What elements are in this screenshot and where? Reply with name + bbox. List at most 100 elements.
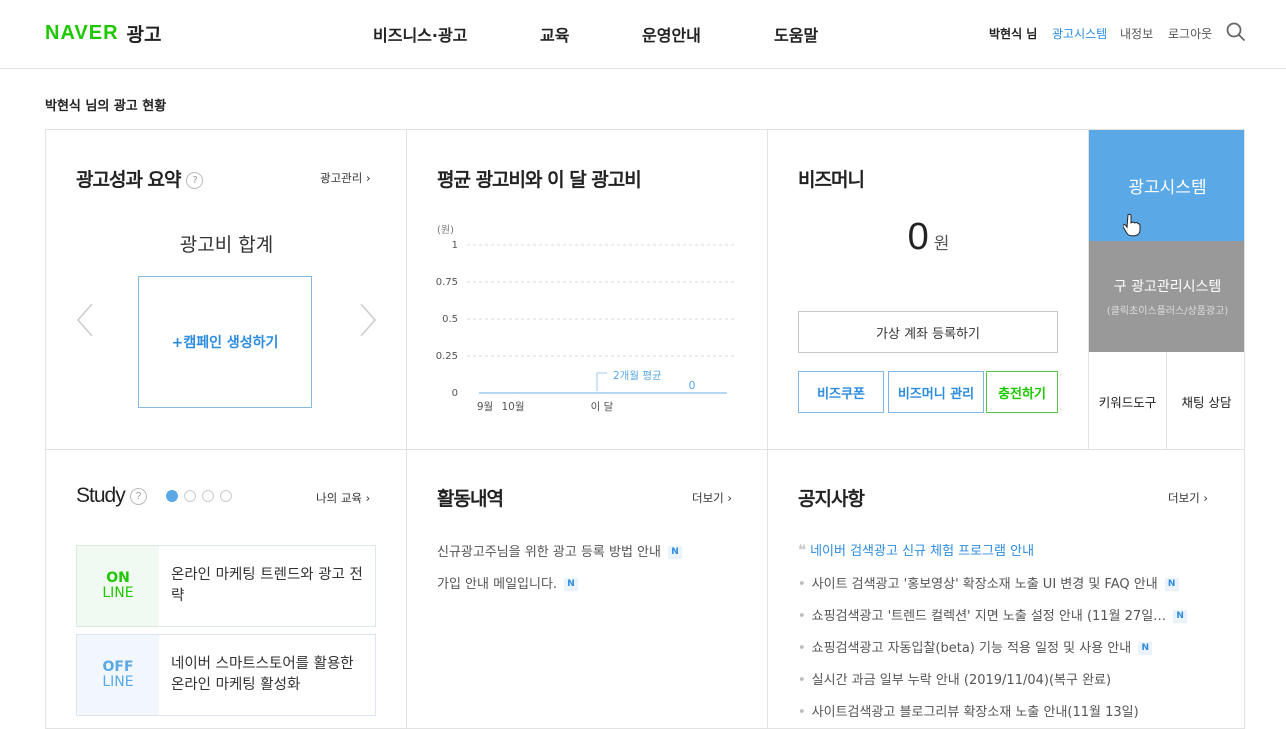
chart-y-tick: 0.75 <box>436 277 458 288</box>
my-education-label: 나의 교육 <box>316 491 362 505</box>
bizmoney-manage-button[interactable]: 비즈머니 관리 <box>888 371 984 413</box>
ad-summary-title: 광고성과 요약 ? <box>76 165 204 192</box>
chevron-right-icon: › <box>365 171 371 185</box>
legacy-ad-system-sub: (클릭초이스플러스/상품광고) <box>1106 306 1229 317</box>
activity-more-link[interactable]: 더보기 › <box>692 490 732 506</box>
keyword-tool-button[interactable]: 키워드도구 <box>1089 352 1167 450</box>
ad-cost-chart: (원) 1 0.75 0.5 0.25 0 9월 10월 이 달 2개월 평균 0 <box>407 130 768 450</box>
system-links-panel: 광고시스템 구 광고관리시스템 (클릭초이스플러스/상품광고) 키워드도구 채팅… <box>1089 130 1244 450</box>
notice-title: 공지사항 <box>798 488 865 510</box>
top-header: NAVER 광고 비즈니스·광고 교육 운영안내 도움말 박현식 님 광고시스템… <box>0 0 1286 69</box>
help-icon[interactable]: ? <box>129 487 147 505</box>
notice-item-text: 사이트 검색광고 '홍보영상' 확장소재 노출 UI 변경 및 FAQ 안내 <box>811 577 1158 592</box>
notice-item-text: 쇼핑검색광고 자동입찰(beta) 기능 적용 일정 및 사용 안내 <box>811 641 1132 656</box>
online-tag: ON LINE <box>77 546 159 626</box>
logo-naver: NAVER <box>45 22 119 44</box>
gnb-business-ad[interactable]: 비즈니스·광고 <box>373 22 467 46</box>
notice-item[interactable]: • 실시간 과금 일부 누락 안내 (2019/11/04)(복구 완료) <box>798 669 1111 688</box>
register-virtual-account-button[interactable]: 가상 계좌 등록하기 <box>798 311 1058 353</box>
notice-item[interactable]: • 사이트 검색광고 '홍보영상' 확장소재 노출 UI 변경 및 FAQ 안내 N <box>798 573 1179 592</box>
notice-item[interactable]: • 쇼핑검색광고 '트렌드 컬렉션' 지면 노출 설정 안내 (11월 27일… N <box>798 605 1188 624</box>
legacy-ad-system-label: 구 광고관리시스템 <box>1113 279 1222 295</box>
chart-x-tick: 이 달 <box>591 401 614 413</box>
ad-cost-chart-panel: 평균 광고비와 이 달 광고비 (원) 1 0.75 0.5 0.25 0 9월 10월 이 달… <box>407 130 768 450</box>
bizmoney-balance: 0 원 <box>768 216 1089 259</box>
study-page-dot-4[interactable] <box>220 490 232 502</box>
study-card-offline[interactable]: OFF LINE 네이버 스마트스토어를 활용한 온라인 마케팅 활성화 <box>76 634 376 716</box>
study-page-dot-1[interactable] <box>166 490 178 502</box>
biz-coupon-button[interactable]: 비즈쿠폰 <box>798 371 884 413</box>
bizmoney-amount: 0 <box>907 216 929 258</box>
help-icon[interactable]: ? <box>186 172 204 189</box>
util-my-info-link[interactable]: 내정보 <box>1120 25 1153 42</box>
carousel-next-icon[interactable] <box>359 302 377 338</box>
chart-data-label: 0 <box>689 379 696 392</box>
chart-y-tick: 0 <box>452 388 458 399</box>
user-name: 박현식 님 <box>989 27 1038 41</box>
new-badge: N <box>667 546 682 559</box>
chart-x-tick: 9월 <box>477 401 493 413</box>
bullet-icon: • <box>798 577 806 592</box>
gnb-education[interactable]: 교육 <box>540 22 569 46</box>
chart-annotation: 2개월 평균 <box>613 370 662 382</box>
chevron-right-icon: › <box>365 491 371 505</box>
study-card-online-text: 온라인 마케팅 트렌드와 광고 전략 <box>171 567 363 604</box>
legacy-ad-system-button[interactable]: 구 광고관리시스템 (클릭초이스플러스/상품광고) <box>1089 241 1244 352</box>
chart-y-tick: 1 <box>452 240 458 251</box>
charge-button[interactable]: 충전하기 <box>986 371 1058 413</box>
chart-x-tick: 10월 <box>501 401 524 413</box>
offline-tag-top: OFF <box>102 659 134 675</box>
activity-more-label: 더보기 <box>692 491 724 505</box>
create-campaign-button[interactable]: +캠페인 생성하기 <box>138 276 312 408</box>
ad-summary-title-text: 광고성과 요약 <box>76 169 181 191</box>
bizmoney-panel: 비즈머니 0 원 가상 계좌 등록하기 비즈쿠폰 비즈머니 관리 충전하기 <box>768 130 1089 450</box>
study-panel: Study ? 나의 교육 › ON LINE 온라인 마케팅 트렌드와 광고 … <box>46 450 407 728</box>
activity-item-text: 가입 안내 메일입니다. <box>437 577 558 592</box>
naver-ad-logo[interactable]: NAVER 광고 <box>45 20 162 47</box>
ad-summary-panel: 광고성과 요약 ? 광고관리 › 광고비 합계 +캠페인 생성하기 <box>46 130 407 450</box>
chevron-right-icon: › <box>727 491 733 505</box>
study-card-online[interactable]: ON LINE 온라인 마케팅 트렌드와 광고 전략 <box>76 545 376 627</box>
new-badge: N <box>564 578 579 591</box>
study-card-offline-text: 네이버 스마트스토어를 활용한 온라인 마케팅 활성화 <box>171 656 354 693</box>
notice-more-link[interactable]: 더보기 › <box>1168 490 1208 506</box>
chart-y-tick: 0.5 <box>442 314 458 325</box>
bizmoney-unit: 원 <box>933 234 950 254</box>
ad-cost-total-label: 광고비 합계 <box>179 234 274 256</box>
gnb-operation-guide[interactable]: 운영안내 <box>642 22 701 46</box>
util-ad-system-link[interactable]: 광고시스템 <box>1052 25 1107 42</box>
gnb-help[interactable]: 도움말 <box>774 22 818 46</box>
activity-item[interactable]: 신규광고주님을 위한 광고 등록 방법 안내 N <box>437 541 682 560</box>
bizmoney-title: 비즈머니 <box>798 169 865 191</box>
notice-more-label: 더보기 <box>1168 491 1200 505</box>
notice-item-text: 쇼핑검색광고 '트렌드 컬렉션' 지면 노출 설정 안내 (11월 27일… <box>811 609 1167 624</box>
ad-system-button[interactable]: 광고시스템 <box>1089 130 1244 241</box>
chart-point <box>484 392 486 394</box>
notice-highlight-item[interactable]: ❝ 네이버 검색광고 신규 체험 프로그램 안내 <box>798 540 1034 559</box>
study-page-dot-2[interactable] <box>184 490 196 502</box>
notice-item[interactable]: • 사이트검색광고 블로그리뷰 확장소재 노출 안내(11월 13일) <box>798 701 1139 720</box>
notice-item-text: 사이트검색광고 블로그리뷰 확장소재 노출 안내(11월 13일) <box>811 705 1139 720</box>
activity-item-text: 신규광고주님을 위한 광고 등록 방법 안내 <box>437 545 661 560</box>
chart-svg: (원) 1 0.75 0.5 0.25 0 9월 10월 이 달 2개월 평균 0 <box>436 224 737 413</box>
activity-item[interactable]: 가입 안내 메일입니다. N <box>437 573 579 592</box>
bullet-icon: • <box>798 641 806 656</box>
chart-annotation-line <box>596 372 607 391</box>
carousel-prev-icon[interactable] <box>76 302 94 338</box>
chat-consult-button[interactable]: 채팅 상담 <box>1167 352 1244 450</box>
my-education-link[interactable]: 나의 교육 › <box>316 490 370 506</box>
chart-y-tick: 0.25 <box>436 351 458 362</box>
search-icon[interactable] <box>1226 22 1246 42</box>
online-tag-top: ON <box>106 570 130 586</box>
study-page-dot-3[interactable] <box>202 490 214 502</box>
notice-highlight-text: 네이버 검색광고 신규 체험 프로그램 안내 <box>810 544 1035 559</box>
ad-management-link[interactable]: 광고관리 › <box>320 170 371 186</box>
chart-point <box>601 392 603 394</box>
ad-system-label: 광고시스템 <box>1128 178 1207 198</box>
notice-item[interactable]: • 쇼핑검색광고 자동입찰(beta) 기능 적용 일정 및 사용 안내 N <box>798 637 1153 656</box>
util-logout-link[interactable]: 로그아웃 <box>1168 25 1212 42</box>
bullet-icon: • <box>798 609 806 624</box>
dashboard-grid: 광고성과 요약 ? 광고관리 › 광고비 합계 +캠페인 생성하기 평균 광고비… <box>45 129 1245 729</box>
new-badge: N <box>1164 578 1179 591</box>
offline-tag-bottom: LINE <box>102 674 134 690</box>
